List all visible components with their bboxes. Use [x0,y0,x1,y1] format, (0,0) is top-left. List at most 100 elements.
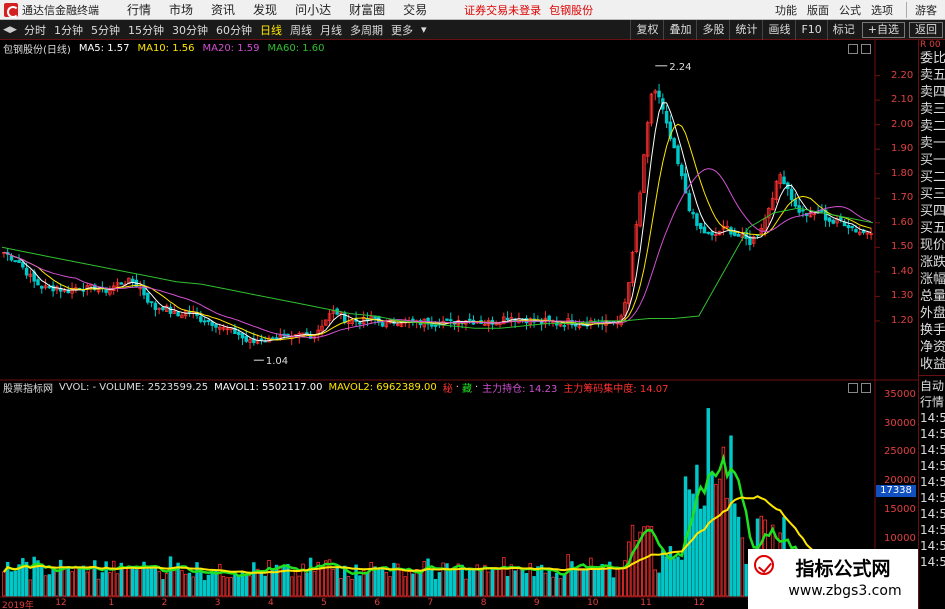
volume-bar [426,558,430,597]
candle-body [664,110,669,124]
menu-bar: 通达信金融终端 行情 市场 资讯 发现 问小达 财富圈 交易 证券交易未登录 包… [0,0,945,20]
volume-bar [418,572,423,597]
volume-bar [346,576,351,597]
tool-mark[interactable]: 标记 [826,19,860,40]
candle-body [702,226,707,234]
volume-bar [661,549,665,597]
more-dropdown-icon[interactable]: ▾ [417,23,431,36]
volume-bar [180,570,184,597]
menu-options[interactable]: 选项 [866,2,898,18]
menu-formula[interactable]: 公式 [834,2,866,18]
tool-draw-line[interactable]: 画线 [762,19,795,40]
tool-add-favorite[interactable]: +自选 [861,21,905,38]
period-1min[interactable]: 1分钟 [50,22,87,38]
candle-body [380,322,385,327]
period-5min[interactable]: 5分钟 [87,22,124,38]
candle-body [202,320,207,323]
volume-cursor-label: 17338 [876,485,916,497]
menu-item-discover[interactable]: 发现 [244,1,286,18]
volume-bar [433,579,438,597]
kline-chart[interactable]: 2.24 1.04 [0,40,918,609]
volume-bar [547,567,551,597]
volume-bar [498,567,502,597]
period-60min[interactable]: 60分钟 [212,22,256,38]
volume-bar [680,559,684,597]
volume-bar [627,541,631,597]
quote-label: 卖五 [920,68,945,83]
guest-user[interactable]: 游客 [906,1,945,18]
period-more[interactable]: 更多 [387,22,417,38]
candle-body [214,324,218,328]
volume-bar [51,568,55,597]
candle-body [698,223,703,229]
candle-body [433,324,438,327]
period-15min[interactable]: 15分钟 [124,22,168,38]
tool-multi-stock[interactable]: 多股 [696,19,729,40]
period-monthly[interactable]: 月线 [316,22,346,38]
mavol1-value: MAVOL1: 5502117.00 [214,381,323,393]
candle-body [695,213,699,226]
candle-body [244,336,248,342]
volume-bar [127,565,131,597]
volume-bar [373,566,377,597]
vol-close-icon[interactable] [861,383,871,393]
volume-bar [229,577,233,597]
volume-bar [717,478,722,597]
menu-item-market[interactable]: 市场 [160,1,202,18]
menu-item-quotes[interactable]: 行情 [118,1,160,18]
menu-layout[interactable]: 版面 [802,2,834,18]
menu-item-news[interactable]: 资讯 [202,1,244,18]
period-30min[interactable]: 30分钟 [168,22,212,38]
trade-login-notice[interactable]: 证券交易未登录 [464,2,541,18]
tool-overlay[interactable]: 叠加 [663,19,696,40]
nav-arrows-icon[interactable]: ◀▶ [0,20,20,40]
date-tick-label: 11 [640,598,652,608]
candle-body [305,332,309,335]
menu-item-ask-xiaoda[interactable]: 问小达 [286,1,340,18]
menu-function[interactable]: 功能 [770,2,802,18]
volume-bar [138,565,142,597]
quote-label: 换手 [920,323,945,338]
quote-label: 收益 [920,357,945,372]
quote-label: 卖一 [920,136,945,151]
quote-label: 涨跌 [920,255,945,270]
tool-back[interactable]: 返回 [909,21,943,38]
candle-body [854,229,858,233]
candle-body [47,286,52,289]
volume-tick-label: 35000 [884,389,916,400]
volume-bar [490,568,495,597]
candle-body [445,318,449,321]
tick-time-label: 自动 [920,379,945,393]
vol-indicator-name: 股票指标网 [3,383,53,395]
volume-bar [77,568,82,597]
candle-body [119,282,124,285]
volume-bar [252,562,256,597]
volume-bar [267,560,271,597]
volume-bar [467,567,472,597]
period-weekly[interactable]: 周线 [286,22,316,38]
menu-item-trade[interactable]: 交易 [394,1,436,18]
date-tick-label: 12 [693,598,705,608]
tick-time-label: 行情 [920,395,945,409]
tool-f10[interactable]: F10 [795,19,826,40]
candle-body [736,233,741,237]
volume-bar [248,575,252,597]
vol-settings-icon[interactable] [848,383,858,393]
volume-bar [350,579,355,597]
volume-bar [517,567,521,597]
volume-bar [494,568,498,597]
tick-time-label: 14:50 [920,555,945,569]
price-tick-label: 1.20 [891,314,914,326]
volume-bar [615,568,620,597]
volume-bar [555,572,559,597]
volume-bar [187,572,192,597]
volume-bar [263,575,267,597]
ma5-line [3,102,872,342]
period-multi[interactable]: 多周期 [346,22,387,38]
menu-item-wealth-circle[interactable]: 财富圈 [340,1,394,18]
tool-adjust[interactable]: 复权 [630,19,663,40]
candle-body [789,188,794,201]
period-daily[interactable]: 日线 [256,22,286,38]
tool-statistics[interactable]: 统计 [729,19,762,40]
period-intraday[interactable]: 分时 [20,22,50,38]
